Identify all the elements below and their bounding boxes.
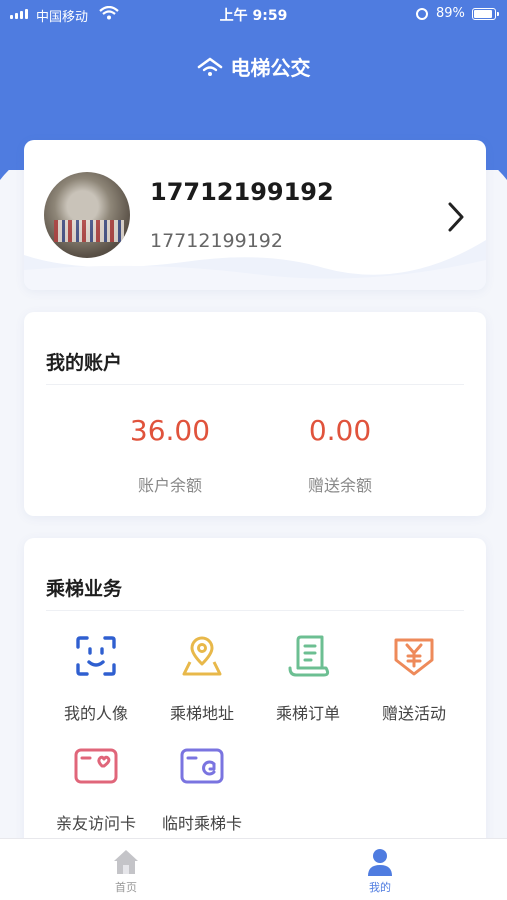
divider bbox=[46, 610, 464, 611]
service-gift-activity[interactable]: 赠送活动 bbox=[359, 634, 469, 724]
profile-card[interactable]: 17712199192 17712199192 bbox=[24, 140, 486, 290]
temp-card-icon bbox=[180, 748, 224, 784]
receipt-scroll-icon bbox=[288, 635, 330, 677]
service-family-card[interactable]: 亲友访问卡 bbox=[41, 744, 151, 834]
service-label: 赠送活动 bbox=[381, 704, 446, 723]
service-temp-card[interactable]: 临时乘梯卡 bbox=[147, 744, 257, 834]
clock-label: 上午 9:59 bbox=[219, 8, 288, 24]
tab-label: 首页 bbox=[115, 881, 137, 894]
page-title: 电梯公交 bbox=[0, 52, 507, 81]
gift-label: 赠送余额 bbox=[307, 476, 372, 495]
service-my-portrait[interactable]: 我的人像 bbox=[41, 634, 151, 724]
service-label: 亲友访问卡 bbox=[55, 814, 136, 833]
service-label: 临时乘梯卡 bbox=[161, 814, 242, 833]
tab-home[interactable]: 首页 bbox=[76, 847, 176, 895]
location-pin-icon bbox=[182, 636, 222, 676]
avatar[interactable] bbox=[44, 172, 130, 258]
tab-label: 我的 bbox=[369, 881, 391, 894]
service-label: 乘梯地址 bbox=[169, 704, 234, 723]
service-ride-orders[interactable]: 乘梯订单 bbox=[253, 634, 363, 724]
service-label: 我的人像 bbox=[63, 704, 128, 723]
heart-card-icon bbox=[74, 748, 118, 784]
home-icon bbox=[114, 850, 138, 874]
battery-percent: 89% bbox=[436, 6, 465, 21]
yen-gift-icon bbox=[394, 638, 434, 676]
balance-amount[interactable]: 36.00 bbox=[90, 414, 250, 447]
balance-label: 账户余额 bbox=[137, 476, 202, 495]
account-title: 我的账户 bbox=[46, 352, 123, 374]
profile-name: 17712199192 bbox=[150, 178, 334, 206]
chevron-right-icon[interactable] bbox=[445, 200, 467, 234]
status-bar: 中国移动 上午 9:59 89% bbox=[0, 0, 507, 30]
gift-amount[interactable]: 0.00 bbox=[260, 414, 420, 447]
divider bbox=[46, 384, 464, 385]
tab-mine[interactable]: 我的 bbox=[330, 847, 430, 895]
face-scan-icon bbox=[76, 636, 116, 676]
service-label: 乘梯订单 bbox=[275, 704, 340, 723]
tab-bar: 首页 我的 bbox=[0, 838, 507, 900]
battery-icon bbox=[472, 8, 499, 20]
services-card: 乘梯业务 我的人像 乘梯地址 乘梯订单 赠送活动 亲友访问卡 临时乘梯卡 bbox=[24, 538, 486, 868]
services-title: 乘梯业务 bbox=[46, 578, 123, 600]
service-ride-address[interactable]: 乘梯地址 bbox=[147, 634, 257, 724]
profile-phone: 17712199192 bbox=[150, 230, 283, 252]
orientation-lock-icon bbox=[416, 8, 428, 20]
wifi-logo-icon bbox=[197, 57, 222, 76]
page-title-text: 电梯公交 bbox=[230, 56, 311, 80]
person-icon bbox=[368, 849, 392, 876]
account-card: 我的账户 36.00 账户余额 0.00 赠送余额 bbox=[24, 312, 486, 516]
